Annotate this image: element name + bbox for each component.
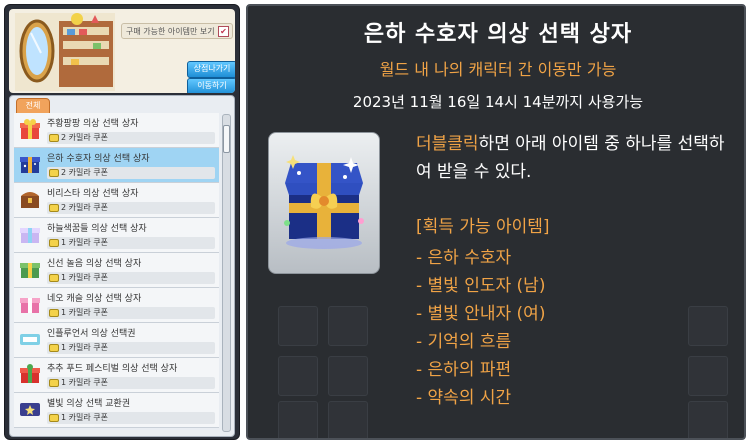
background-slot	[278, 401, 318, 438]
item-price: 2 카밀라 쿠폰	[47, 167, 215, 179]
item-price: 1 카밀라 쿠폰	[47, 237, 215, 249]
galaxy-box-icon	[20, 157, 40, 173]
coupon-icon	[49, 204, 59, 212]
scrollbar-thumb[interactable]	[223, 125, 230, 153]
item-name: 하늘색꿈들 의상 선택 상자	[47, 224, 147, 234]
obtainable-item: - 은하 수호자	[416, 248, 512, 268]
item-list-panel: 전체 주황팡팡 의상 선택 상자 2 카밀라 쿠폰 은하 수호자 의상 선택 상…	[9, 95, 235, 437]
coupon-icon	[49, 309, 59, 317]
item-price: 2 카밀라 쿠폰	[47, 202, 215, 214]
item-name: 신선 놀음 의상 선택 상자	[47, 259, 142, 269]
background-slot	[328, 356, 368, 396]
coupon-icon	[49, 239, 59, 247]
item-name: 네오 캐슬 의상 선택 상자	[47, 294, 142, 304]
obtainable-item: - 은하의 파편	[416, 360, 512, 380]
item-name: 별빛 의상 선택 교환권	[47, 399, 131, 409]
item-name: 인플루언서 의상 선택권	[47, 329, 136, 339]
item-name: 추추 푸드 페스티벌 의상 선택 상자	[47, 364, 178, 374]
tooltip-trade-restriction: 월드 내 나의 캐릭터 간 이동만 가능	[379, 60, 617, 79]
item-price: 1 카밀라 쿠폰	[47, 272, 215, 284]
item-price-label: 1 카밀라 쿠폰	[61, 238, 108, 247]
list-scrollbar[interactable]	[222, 114, 231, 432]
item-price-label: 2 카밀라 쿠폰	[61, 168, 108, 177]
green-box-icon	[20, 263, 40, 278]
pastel-box-icon	[20, 228, 40, 243]
checkbox-check-icon[interactable]: ✔	[218, 26, 229, 37]
gift-box-icon	[20, 119, 40, 139]
item-price-label: 1 카밀라 쿠폰	[61, 343, 108, 352]
obtainable-items-heading: [획득 가능 아이템]	[416, 217, 550, 237]
pink-box-icon	[20, 298, 40, 313]
shop-npc-illustration	[15, 13, 115, 91]
starlight-ticket-icon	[20, 403, 40, 416]
item-price-label: 2 카밀라 쿠폰	[61, 133, 108, 142]
double-click-highlight: 더블클릭	[416, 134, 479, 154]
list-item[interactable]: 하늘색꿈들 의상 선택 상자 1 카밀라 쿠폰	[14, 218, 219, 253]
list-item[interactable]: 주황팡팡 의상 선택 상자 2 카밀라 쿠폰	[14, 113, 219, 148]
background-slot	[688, 356, 728, 396]
item-name: 은하 수호자 의상 선택 상자	[47, 154, 150, 164]
background-slot	[278, 356, 318, 396]
coupon-icon	[49, 344, 59, 352]
coupon-icon	[49, 379, 59, 387]
obtainable-item: - 별빛 안내자 (여)	[416, 304, 546, 324]
coupon-icon	[49, 134, 59, 142]
list-item[interactable]: 인플루언서 의상 선택권 1 카밀라 쿠폰	[14, 323, 219, 358]
obtainable-item: - 약속의 시간	[416, 388, 512, 408]
item-price-label: 1 카밀라 쿠폰	[61, 273, 108, 282]
coupon-icon	[49, 169, 59, 177]
item-price: 1 카밀라 쿠폰	[47, 377, 215, 389]
list-item[interactable]: 비리스타 의상 선택 상자 2 카밀라 쿠폰	[14, 183, 219, 218]
tooltip-expiry: 2023년 11월 16일 14시 14분까지 사용가능	[352, 93, 644, 111]
item-name: 비리스타 의상 선택 상자	[47, 189, 139, 199]
move-button[interactable]: 이동하기	[187, 78, 235, 93]
list-item-selected[interactable]: 은하 수호자 의상 선택 상자 2 카밀라 쿠폰	[14, 148, 219, 183]
item-tooltip: 은하 수호자 의상 선택 상자 월드 내 나의 캐릭터 간 이동만 가능 202…	[246, 4, 746, 440]
item-price: 1 카밀라 쿠폰	[47, 307, 215, 319]
coupon-icon	[49, 274, 59, 282]
item-price: 1 카밀라 쿠폰	[47, 342, 215, 354]
background-slot	[328, 306, 368, 346]
item-price: 1 카밀라 쿠폰	[47, 412, 215, 424]
background-slot	[278, 306, 318, 346]
shop-item-list: 주황팡팡 의상 선택 상자 2 카밀라 쿠폰 은하 수호자 의상 선택 상자 2…	[14, 113, 219, 435]
show-toggle-label: 구매 가능한 아이템만 보기	[126, 26, 215, 36]
item-price-label: 1 카밀라 쿠폰	[61, 378, 108, 387]
tooltip-title: 은하 수호자 의상 선택 상자	[363, 22, 633, 47]
red-gift-box-icon	[20, 364, 40, 383]
tooltip-description: 더블클릭하면 아래 아이템 중 하나를 선택하여 받을 수 있다.	[416, 130, 736, 186]
item-name: 주황팡팡 의상 선택 상자	[47, 119, 139, 129]
exit-shop-button[interactable]: 상점나가기	[187, 61, 235, 78]
treasure-box-icon	[21, 192, 39, 208]
shop-header: 구매 가능한 아이템만 보기 ✔ 상점나가기 이동하기	[9, 9, 235, 93]
item-price-label: 2 카밀라 쿠폰	[61, 203, 108, 212]
galaxy-guardian-box-icon	[284, 155, 364, 249]
obtainable-items-list: - 은하 수호자 - 별빛 인도자 (남) - 별빛 안내자 (여) - 기억의…	[416, 244, 545, 412]
obtainable-item: - 별빛 인도자 (남)	[416, 276, 546, 296]
background-slot	[688, 401, 728, 438]
coupon-icon	[49, 414, 59, 422]
item-price-label: 1 카밀라 쿠폰	[61, 413, 108, 422]
background-slot	[328, 401, 368, 438]
item-price: 2 카밀라 쿠폰	[47, 132, 215, 144]
list-item[interactable]: 신선 놀음 의상 선택 상자 1 카밀라 쿠폰	[14, 253, 219, 288]
item-price-label: 1 카밀라 쿠폰	[61, 308, 108, 317]
ticket-icon	[20, 334, 40, 345]
background-slot	[688, 306, 728, 346]
shop-window: 구매 가능한 아이템만 보기 ✔ 상점나가기 이동하기 전체 주황팡팡 의상 선…	[4, 4, 240, 440]
list-item[interactable]: 별빛 의상 선택 교환권 1 카밀라 쿠폰	[14, 393, 219, 428]
show-purchasable-toggle[interactable]: 구매 가능한 아이템만 보기 ✔	[121, 23, 233, 39]
list-item[interactable]: 네오 캐슬 의상 선택 상자 1 카밀라 쿠폰	[14, 288, 219, 323]
obtainable-item: - 기억의 흐름	[416, 332, 512, 352]
tab-all[interactable]: 전체	[16, 98, 50, 114]
list-item[interactable]: 추추 푸드 페스티벌 의상 선택 상자 1 카밀라 쿠폰	[14, 358, 219, 393]
item-icon-frame	[268, 132, 380, 274]
